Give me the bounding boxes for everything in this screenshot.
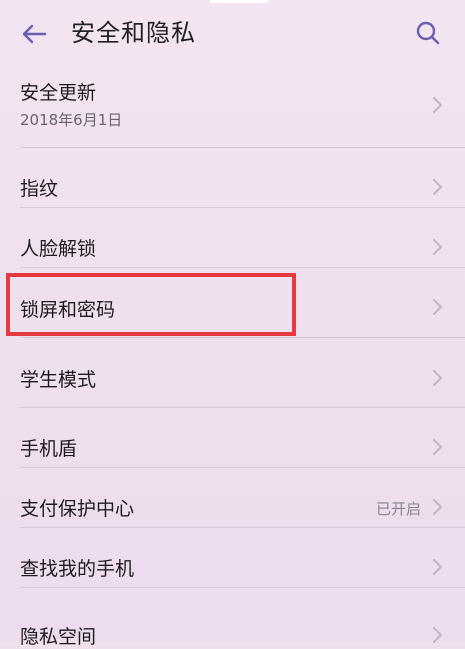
list-item-label: 指纹 — [20, 178, 59, 200]
list-item-label: 锁屏和密码 — [20, 299, 116, 321]
chevron-right-icon — [433, 627, 442, 643]
chevron-right-icon — [433, 239, 442, 255]
list-item-face-unlock[interactable]: 人脸解锁 — [0, 208, 465, 268]
page-title: 安全和隐私 — [71, 19, 196, 47]
chevron-right-icon — [433, 299, 442, 315]
list-item-subtitle: 2018年6月1日 — [20, 111, 123, 129]
chevron-right-icon — [433, 179, 442, 195]
chevron-right-icon — [433, 370, 442, 386]
status-badge: 已开启 — [375, 500, 421, 518]
chevron-right-icon — [433, 97, 442, 113]
list-item-fingerprint[interactable]: 指纹 — [0, 148, 465, 208]
chevron-right-icon — [433, 559, 442, 575]
chevron-right-icon — [433, 439, 442, 455]
list-item-label: 安全更新 — [20, 82, 97, 104]
settings-screen: 安全和隐私 安全更新 2018年6月1日 指纹 人脸解锁 锁屏和密码 学生模式 … — [0, 0, 465, 648]
list-item-find-my-phone[interactable]: 查找我的手机 — [0, 528, 465, 588]
list-item-label: 学生模式 — [20, 369, 97, 391]
back-button[interactable] — [16, 18, 52, 50]
list-item-phone-shield[interactable]: 手机盾 — [0, 408, 465, 468]
list-item-label: 隐私空间 — [20, 626, 97, 648]
app-header: 安全和隐私 — [0, 0, 465, 66]
list-item-student-mode[interactable]: 学生模式 — [0, 338, 465, 408]
search-icon — [416, 21, 440, 45]
list-item-private-space[interactable]: 隐私空间 — [0, 588, 465, 648]
list-item-security-update[interactable]: 安全更新 2018年6月1日 — [0, 66, 465, 148]
chevron-right-icon — [433, 499, 442, 515]
list-item-label: 人脸解锁 — [20, 238, 97, 260]
list-item-label: 查找我的手机 — [20, 558, 135, 580]
list-item-label: 手机盾 — [20, 438, 78, 460]
list-item-payment-protection[interactable]: 支付保护中心 已开启 — [0, 468, 465, 528]
list-item-lock-screen-password[interactable]: 锁屏和密码 — [0, 268, 465, 338]
arrow-left-icon — [22, 24, 47, 44]
list-item-label: 支付保护中心 — [20, 498, 135, 520]
search-button[interactable] — [411, 16, 445, 50]
